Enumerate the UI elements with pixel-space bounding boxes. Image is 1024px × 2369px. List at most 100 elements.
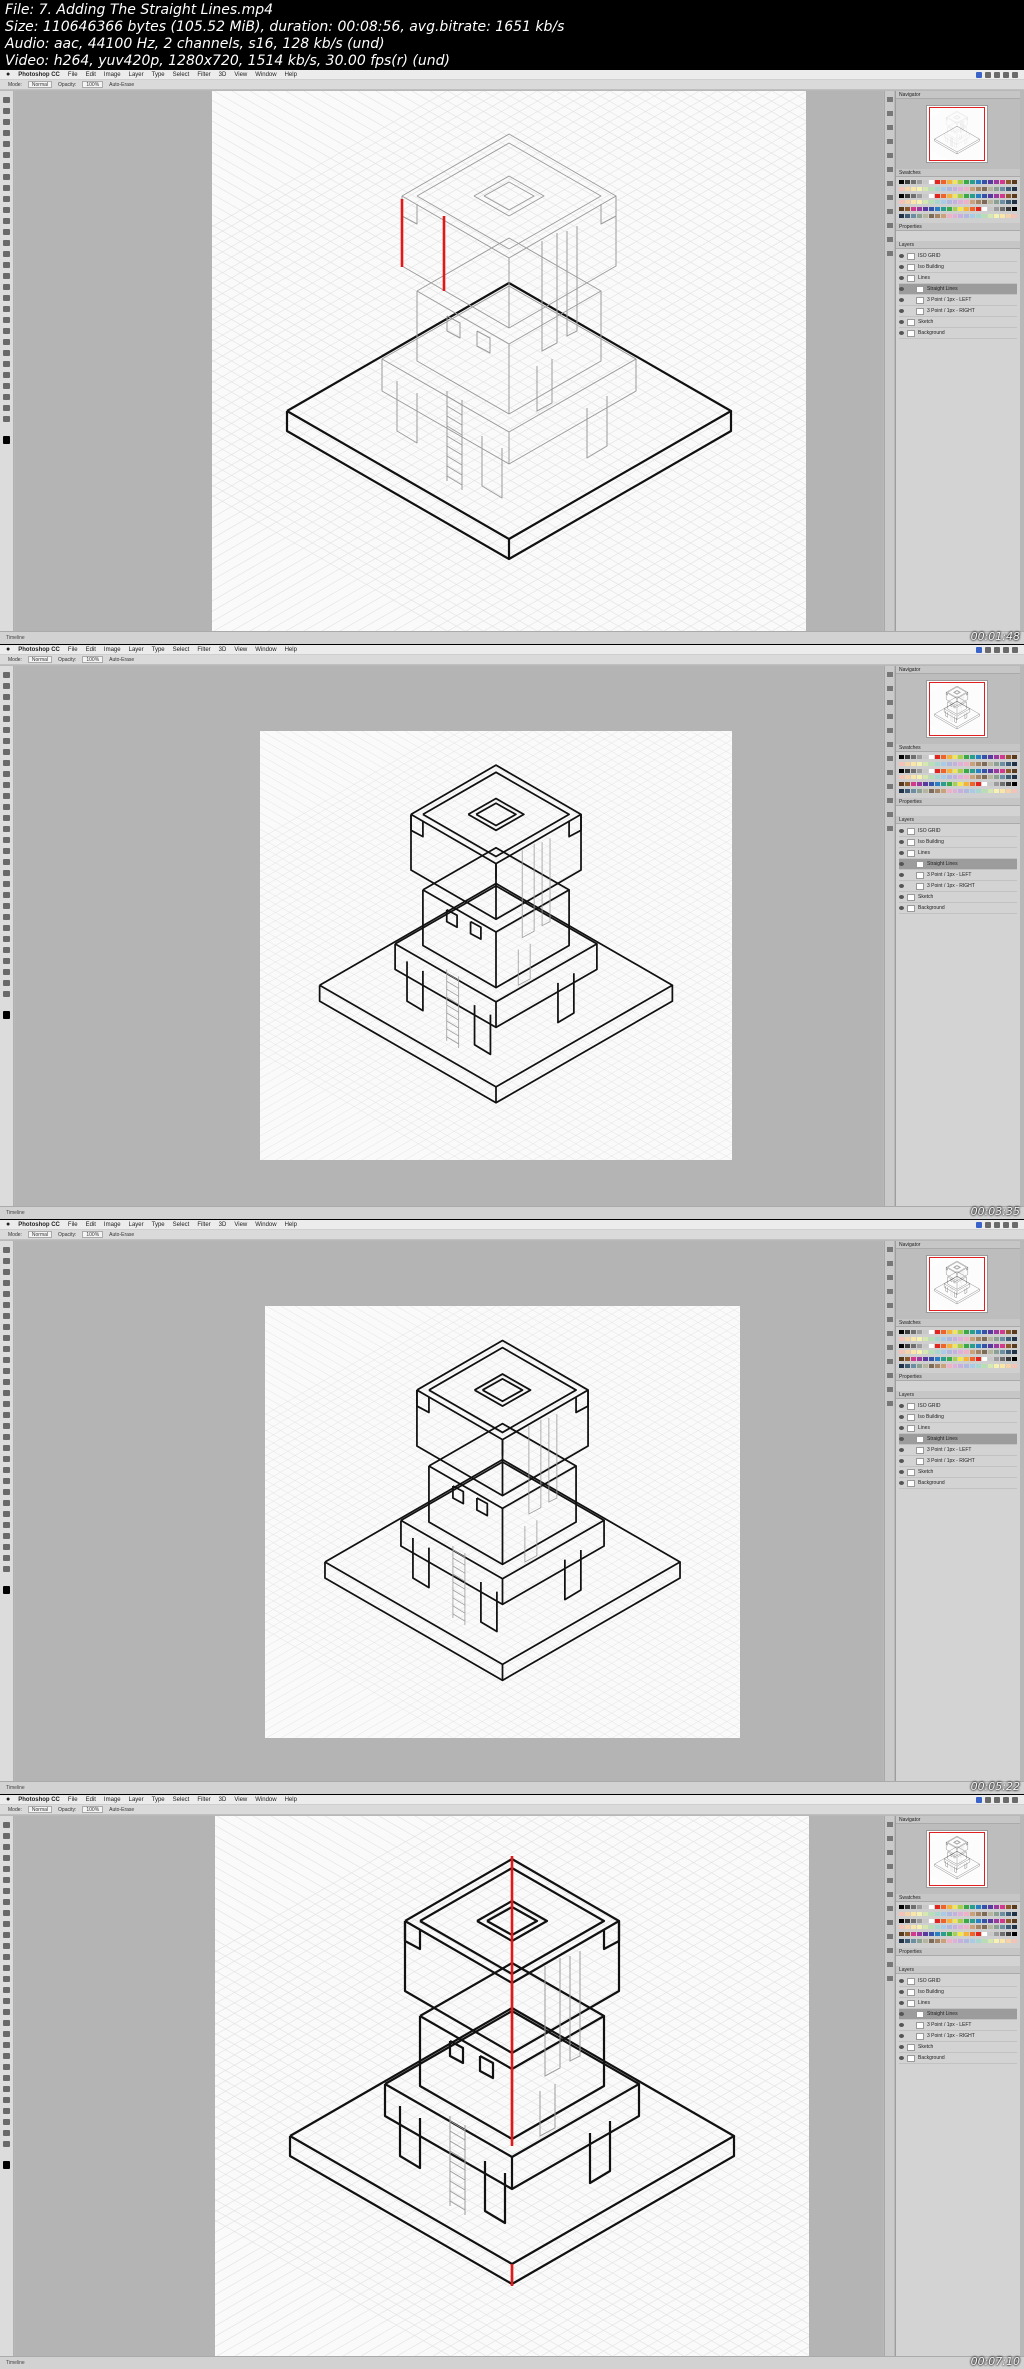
- menu-window[interactable]: Window: [255, 1795, 276, 1805]
- tool-icon[interactable]: [3, 2075, 10, 2081]
- color-swatch[interactable]: [922, 180, 928, 184]
- color-swatch[interactable]: [994, 1330, 1000, 1334]
- visibility-eye-icon[interactable]: [899, 873, 904, 877]
- color-swatch[interactable]: [934, 782, 940, 787]
- tool-icon[interactable]: [3, 2031, 10, 2037]
- panel-toggle-icon[interactable]: [887, 784, 893, 789]
- color-swatch[interactable]: [994, 1932, 1000, 1937]
- color-swatch[interactable]: [976, 207, 982, 212]
- color-swatch[interactable]: [970, 1911, 976, 1916]
- color-swatch[interactable]: [940, 761, 946, 766]
- tool-icon[interactable]: [3, 672, 10, 678]
- color-swatch[interactable]: [982, 789, 988, 794]
- tool-icon[interactable]: [3, 826, 10, 832]
- color-swatch[interactable]: [922, 193, 928, 198]
- color-swatch[interactable]: [964, 1911, 970, 1916]
- color-swatch[interactable]: [946, 1918, 952, 1923]
- tool-icon[interactable]: [3, 815, 10, 821]
- color-swatch[interactable]: [976, 1350, 982, 1355]
- layer-row[interactable]: ISO GRID: [899, 1976, 1017, 1987]
- color-swatch[interactable]: [910, 789, 916, 794]
- layer-row[interactable]: Sketch: [899, 317, 1017, 328]
- color-swatch[interactable]: [904, 1330, 910, 1334]
- tool-icon[interactable]: [3, 1434, 10, 1440]
- tool-icon[interactable]: [3, 859, 10, 865]
- color-swatch[interactable]: [928, 200, 934, 205]
- color-swatch[interactable]: [1012, 180, 1017, 184]
- color-swatch[interactable]: [964, 775, 970, 780]
- color-swatch[interactable]: [1006, 1336, 1012, 1341]
- color-swatch[interactable]: [922, 186, 928, 191]
- menu-select[interactable]: Select: [173, 645, 190, 655]
- color-swatch[interactable]: [1012, 1336, 1017, 1341]
- tool-icon[interactable]: [3, 1302, 10, 1308]
- color-swatch[interactable]: [994, 775, 1000, 780]
- color-swatch[interactable]: [940, 1350, 946, 1355]
- menu-edit[interactable]: Edit: [86, 1795, 96, 1805]
- visibility-eye-icon[interactable]: [899, 2056, 904, 2060]
- tool-icon[interactable]: [3, 218, 10, 224]
- color-swatch[interactable]: [1000, 782, 1006, 787]
- tool-icon[interactable]: [3, 914, 10, 920]
- color-swatch[interactable]: [1006, 1343, 1012, 1348]
- tool-icon[interactable]: [3, 119, 10, 125]
- color-swatch[interactable]: [922, 761, 928, 766]
- menu-view[interactable]: View: [234, 645, 247, 655]
- color-swatch[interactable]: [988, 1364, 994, 1369]
- color-swatch[interactable]: [928, 1932, 934, 1937]
- color-swatch[interactable]: [922, 1939, 928, 1944]
- color-swatch[interactable]: [922, 768, 928, 773]
- tool-icon[interactable]: [3, 328, 10, 334]
- color-swatch[interactable]: [952, 207, 958, 212]
- tool-icon[interactable]: [3, 1877, 10, 1883]
- color-swatch[interactable]: [970, 1330, 976, 1334]
- color-swatch[interactable]: [970, 782, 976, 787]
- color-swatch[interactable]: [952, 193, 958, 198]
- color-swatch[interactable]: [904, 1905, 910, 1909]
- tool-icon[interactable]: [3, 1258, 10, 1264]
- panel-toggle-icon[interactable]: [887, 1275, 893, 1280]
- color-swatch[interactable]: [952, 789, 958, 794]
- tab-swatches[interactable]: Swatches: [896, 1894, 1020, 1902]
- color-swatch[interactable]: [1006, 782, 1012, 787]
- color-swatch[interactable]: [994, 789, 1000, 794]
- panel-toggle-icon[interactable]: [887, 1261, 893, 1266]
- color-swatch[interactable]: [922, 1330, 928, 1334]
- color-swatch[interactable]: [994, 1925, 1000, 1930]
- panel-toggle-icon[interactable]: [887, 1289, 893, 1294]
- color-swatch[interactable]: [910, 755, 916, 759]
- color-swatch[interactable]: [976, 1364, 982, 1369]
- color-swatch[interactable]: [946, 200, 952, 205]
- tool-icon[interactable]: [3, 284, 10, 290]
- color-swatch[interactable]: [922, 775, 928, 780]
- panel-toggle-icon[interactable]: [887, 1892, 893, 1897]
- menu-window[interactable]: Window: [255, 1220, 276, 1230]
- color-swatch[interactable]: [952, 1918, 958, 1923]
- color-swatch[interactable]: [982, 200, 988, 205]
- color-swatch[interactable]: [904, 1918, 910, 1923]
- color-swatch[interactable]: [946, 180, 952, 184]
- color-swatch[interactable]: [976, 180, 982, 184]
- tool-icon[interactable]: [3, 240, 10, 246]
- color-swatch[interactable]: [958, 1357, 964, 1362]
- tool-icon[interactable]: [3, 361, 10, 367]
- tool-icon[interactable]: [3, 716, 10, 722]
- color-swatch[interactable]: [928, 1350, 934, 1355]
- foreground-color-swatch[interactable]: [3, 1586, 10, 1594]
- color-swatch[interactable]: [994, 200, 1000, 205]
- color-swatch[interactable]: [964, 1905, 970, 1909]
- color-swatch[interactable]: [1000, 1932, 1006, 1937]
- tool-icon[interactable]: [3, 980, 10, 986]
- layer-row[interactable]: 3 Point / 1px - RIGHT: [899, 881, 1017, 892]
- color-swatch[interactable]: [958, 761, 964, 766]
- color-swatch[interactable]: [988, 193, 994, 198]
- color-swatch[interactable]: [970, 1357, 976, 1362]
- tool-icon[interactable]: [3, 1500, 10, 1506]
- color-swatch[interactable]: [922, 1336, 928, 1341]
- color-swatch[interactable]: [970, 1364, 976, 1369]
- tab-layers[interactable]: Layers: [896, 241, 1020, 249]
- color-swatch[interactable]: [982, 1925, 988, 1930]
- layer-row[interactable]: ISO GRID: [899, 1401, 1017, 1412]
- color-swatch[interactable]: [976, 1357, 982, 1362]
- menu-image[interactable]: Image: [104, 1220, 121, 1230]
